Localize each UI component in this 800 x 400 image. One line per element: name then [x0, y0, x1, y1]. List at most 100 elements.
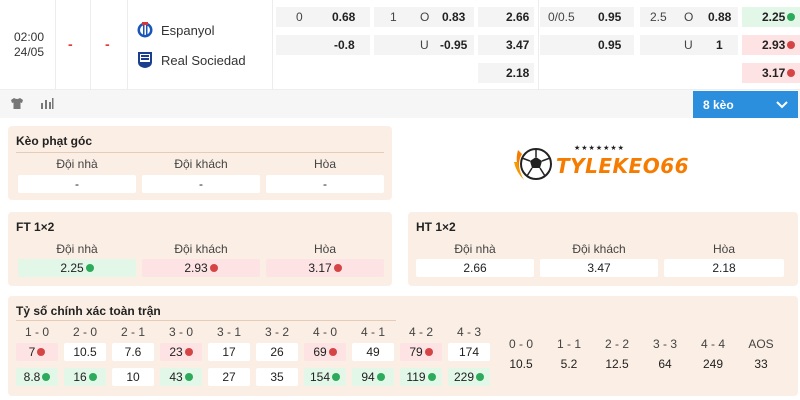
col-header-home: Đội nhà: [454, 242, 496, 256]
draw-score-odds[interactable]: 33: [740, 355, 782, 373]
ht-over-odds[interactable]: 0.88: [708, 7, 731, 27]
corner-odds-panel: Kèo phạt góc Đội nhà Đội khách Hòa - - -: [8, 126, 392, 200]
score-odds-home-win[interactable]: 7: [16, 343, 58, 361]
arrow-down-icon: [184, 348, 193, 356]
odds-value: 23: [169, 345, 183, 359]
score-odds-home-win[interactable]: 174: [448, 343, 490, 361]
brand-name: TYLEKEO66: [556, 154, 690, 178]
score-odds-away-win[interactable]: 229: [448, 368, 490, 386]
score-odds-home-win[interactable]: 23: [160, 343, 202, 361]
ht-home-odds[interactable]: 2.25: [762, 7, 796, 27]
score-label: 3 - 1: [216, 325, 241, 339]
score-odds-away-win[interactable]: 154: [304, 368, 346, 386]
ball-icon: [514, 148, 552, 180]
chevron-down-icon: [776, 99, 788, 109]
odds-value: 94: [361, 370, 375, 384]
away-team[interactable]: Real Sociedad: [137, 50, 246, 70]
odds-value: 10.5: [73, 345, 97, 359]
home-team[interactable]: Espanyol: [137, 20, 214, 40]
score-odds-away-win[interactable]: 27: [208, 368, 250, 386]
match-row: 02:00 24/05 - - Espanyol Real Sociedad 0…: [0, 0, 800, 90]
ht-home-odds-box[interactable]: 2.66: [416, 259, 534, 277]
odds-value: 10.5: [509, 357, 533, 371]
score-odds-home-win[interactable]: 79: [400, 343, 442, 361]
divider: [55, 0, 56, 90]
ht-draw-odds-box[interactable]: 2.18: [664, 259, 784, 277]
draw-score-label: 2 - 2: [604, 337, 629, 351]
draw-score-label: AOS: [748, 337, 774, 351]
odds-value: 27: [222, 370, 236, 384]
odds-value: 17: [222, 345, 236, 359]
ft-away-odds[interactable]: 3.47: [506, 35, 529, 55]
ht-handicap-home-odds[interactable]: 0.95: [598, 7, 621, 27]
draw-score-label: 1 - 1: [556, 337, 581, 351]
odds-value: 119: [406, 370, 426, 384]
score-odds-home-win[interactable]: 69: [304, 343, 346, 361]
score-odds-away-win[interactable]: 43: [160, 368, 202, 386]
ht-over-label: O: [684, 10, 694, 24]
home-team-name: Espanyol: [161, 22, 215, 38]
score-odds-away-win[interactable]: 8.8: [16, 368, 58, 386]
ft-home-odds-box[interactable]: 2.25: [18, 259, 136, 277]
ft-1x2-panel: FT 1×2 Đội nhà Đội khách Hòa 2.25 2.93 3…: [8, 212, 392, 286]
ht-draw-odds[interactable]: 3.17: [762, 63, 796, 83]
score-odds-home-win[interactable]: 49: [352, 343, 394, 361]
divider: [16, 320, 396, 321]
odds-value: 64: [658, 357, 672, 371]
over-odds[interactable]: 0.83: [442, 7, 465, 27]
more-odds-button[interactable]: 8 kèo: [693, 91, 798, 118]
under-odds[interactable]: -0.95: [440, 35, 467, 55]
score-label: 4 - 0: [312, 325, 337, 339]
stats-icon[interactable]: [40, 97, 54, 110]
score-odds-away-win[interactable]: 10: [112, 368, 154, 386]
draw-score-odds[interactable]: 5.2: [548, 355, 590, 373]
draw-score-odds[interactable]: 12.5: [596, 355, 638, 373]
odds-value: 33: [754, 357, 768, 371]
arrow-down-icon: [209, 264, 218, 272]
odds-value: 8.8: [23, 370, 41, 384]
handicap-away-odds[interactable]: -0.8: [334, 35, 355, 55]
ft-draw-odds-box[interactable]: 3.17: [266, 259, 384, 277]
ft-away-odds-box[interactable]: 2.93: [142, 259, 260, 277]
kickoff-date: 24/05: [13, 45, 45, 59]
score-odds-home-win[interactable]: 26: [256, 343, 298, 361]
ht-away-odds-box[interactable]: 3.47: [540, 259, 658, 277]
score-odds-away-win[interactable]: 94: [352, 368, 394, 386]
score-label: 4 - 2: [408, 325, 433, 339]
score-odds-away-win[interactable]: 16: [64, 368, 106, 386]
score-odds-home-win[interactable]: 17: [208, 343, 250, 361]
handicap-home-odds[interactable]: 0.68: [332, 7, 355, 27]
score-odds-away-win[interactable]: 35: [256, 368, 298, 386]
score-odds-home-win[interactable]: 10.5: [64, 343, 106, 361]
ht-handicap-away-odds[interactable]: 0.95: [598, 35, 621, 55]
ou-line: 1: [390, 10, 397, 24]
odds-cell[interactable]: [276, 7, 370, 27]
col-header-home: Đội nhà: [56, 157, 98, 171]
match-time: 02:00 24/05: [8, 30, 50, 60]
draw-score-odds[interactable]: 249: [692, 355, 734, 373]
corner-draw-odds[interactable]: -: [266, 175, 384, 193]
panel-title: HT 1×2: [416, 220, 456, 234]
odds-cell[interactable]: [276, 35, 370, 55]
draw-score-label: 0 - 0: [508, 337, 533, 351]
corner-home-odds[interactable]: -: [18, 175, 136, 193]
score-odds-away-win[interactable]: 119: [400, 368, 442, 386]
draw-score-odds[interactable]: 64: [644, 355, 686, 373]
ft-home-odds[interactable]: 2.66: [506, 7, 529, 27]
arrow-up-icon: [42, 373, 51, 381]
shirt-icon[interactable]: [10, 97, 24, 110]
ft-draw-odds[interactable]: 2.18: [506, 63, 529, 83]
ht-away-odds[interactable]: 2.93: [762, 35, 796, 55]
score-odds-home-win[interactable]: 7.6: [112, 343, 154, 361]
ht-under-odds[interactable]: 1: [716, 35, 723, 55]
correct-score-panel: Tỷ số chính xác toàn trận 1 - 0 7 8.8 2 - 0…: [8, 296, 798, 396]
col-header-home: Đội nhà: [56, 242, 98, 256]
corner-away-odds[interactable]: -: [142, 175, 260, 193]
draw-score-odds[interactable]: 10.5: [500, 355, 542, 373]
arrow-down-icon: [333, 264, 342, 272]
over-label: O: [420, 10, 430, 24]
arrow-down-icon: [424, 348, 433, 356]
arrow-down-icon: [787, 69, 796, 77]
away-score: -: [105, 36, 110, 52]
arrow-up-icon: [85, 264, 94, 272]
